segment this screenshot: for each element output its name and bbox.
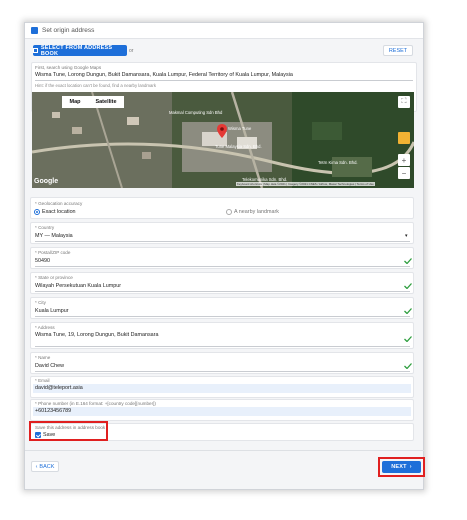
map-place-label: Tune Malaysia Sdn. Bhd. (215, 144, 262, 149)
city-input[interactable]: Kuala Lumpur (35, 308, 69, 314)
select-from-address-book-label: SELECT FROM ADDRESS BOOK (40, 44, 113, 57)
zoom-out-button[interactable]: − (398, 167, 410, 179)
email-input[interactable]: david@teleport.asia (35, 385, 83, 391)
name-label: * Name (35, 355, 51, 360)
dialog-title: Set origin address (42, 27, 95, 34)
save-highlight-box (29, 421, 108, 441)
exact-location-label: Exact location (42, 209, 76, 215)
map-type-satellite-tab[interactable]: Satellite (88, 96, 124, 108)
accuracy-card (30, 197, 414, 219)
google-logo: Google (34, 178, 59, 185)
map-place-label: Tetrn Kima Sdn. Bhd. (318, 160, 358, 165)
postal-label: * Postal/ZIP code (35, 250, 71, 255)
city-label: * City (35, 300, 46, 305)
fullscreen-icon[interactable]: ⛶ (398, 96, 410, 108)
location-icon (31, 27, 38, 34)
country-label: * Country (35, 225, 55, 230)
nearby-landmark-label: A nearby landmark (234, 209, 279, 215)
back-label: BACK (39, 463, 55, 470)
state-label: * State or province (35, 275, 73, 280)
address-book-icon (33, 48, 38, 53)
country-underline (35, 241, 410, 242)
reset-button[interactable]: RESET (383, 45, 413, 56)
name-input[interactable]: David Chew (35, 363, 64, 369)
map-type-map-tab[interactable]: Map (62, 96, 88, 108)
map-attribution: Keyboard shortcuts | Map data ©2021 | Im… (236, 182, 375, 186)
city-underline (35, 316, 410, 317)
check-icon (404, 308, 412, 314)
address-underline (35, 346, 410, 347)
check-icon (404, 258, 412, 264)
phone-label: * Phone number (in E.164 format: +[count… (35, 401, 156, 406)
nearby-landmark-radio[interactable] (226, 209, 232, 215)
address-label: * Address (35, 325, 55, 330)
email-label: * Email (35, 378, 50, 383)
state-underline (35, 291, 410, 292)
check-icon (404, 336, 412, 342)
address-input[interactable]: Wisma Tune, 19, Lorong Dungun, Bukit Dam… (35, 332, 158, 338)
dialog-header: Set origin address (25, 23, 423, 39)
map-place-label: Wisma Tune (228, 126, 252, 131)
check-icon (404, 283, 412, 289)
next-highlight-box (378, 457, 425, 477)
postal-underline (35, 266, 410, 267)
country-select[interactable]: MY — Malaysia (35, 233, 73, 239)
search-input[interactable]: Wisma Tune, Lorong Dungun, Bukit Damansa… (35, 72, 293, 78)
street-view-icon[interactable] (398, 132, 410, 144)
or-text: or (129, 48, 134, 54)
map-view[interactable]: Map Satellite Makmal Computing Sdn Bhd W… (32, 92, 414, 188)
accuracy-label: * Geolocation accuracy (35, 201, 83, 206)
exact-location-radio[interactable] (34, 209, 40, 215)
check-icon (404, 363, 412, 369)
search-label: First, search using Google Maps (35, 65, 102, 70)
search-hint: Hint: if the exact location can't be fou… (35, 83, 156, 88)
footer-divider (25, 450, 424, 451)
back-button[interactable]: ‹ BACK (31, 461, 59, 472)
phone-input[interactable]: +60123456789 (35, 408, 71, 414)
select-from-address-book-button[interactable]: SELECT FROM ADDRESS BOOK (33, 44, 127, 57)
map-place-label: Makmal Computing Sdn Bhd (169, 110, 223, 115)
map-pin-icon (217, 124, 227, 138)
chevron-down-icon[interactable]: ▾ (405, 233, 408, 239)
phone-field-bg (33, 407, 411, 416)
name-underline (35, 371, 410, 372)
zoom-in-button[interactable]: + (398, 154, 410, 166)
search-underline (35, 80, 413, 81)
postal-input[interactable]: 50490 (35, 258, 50, 264)
email-field-bg (33, 384, 411, 393)
chevron-left-icon: ‹ (35, 463, 38, 470)
state-input[interactable]: Wilayah Persekutuan Kuala Lumpur (35, 283, 121, 289)
